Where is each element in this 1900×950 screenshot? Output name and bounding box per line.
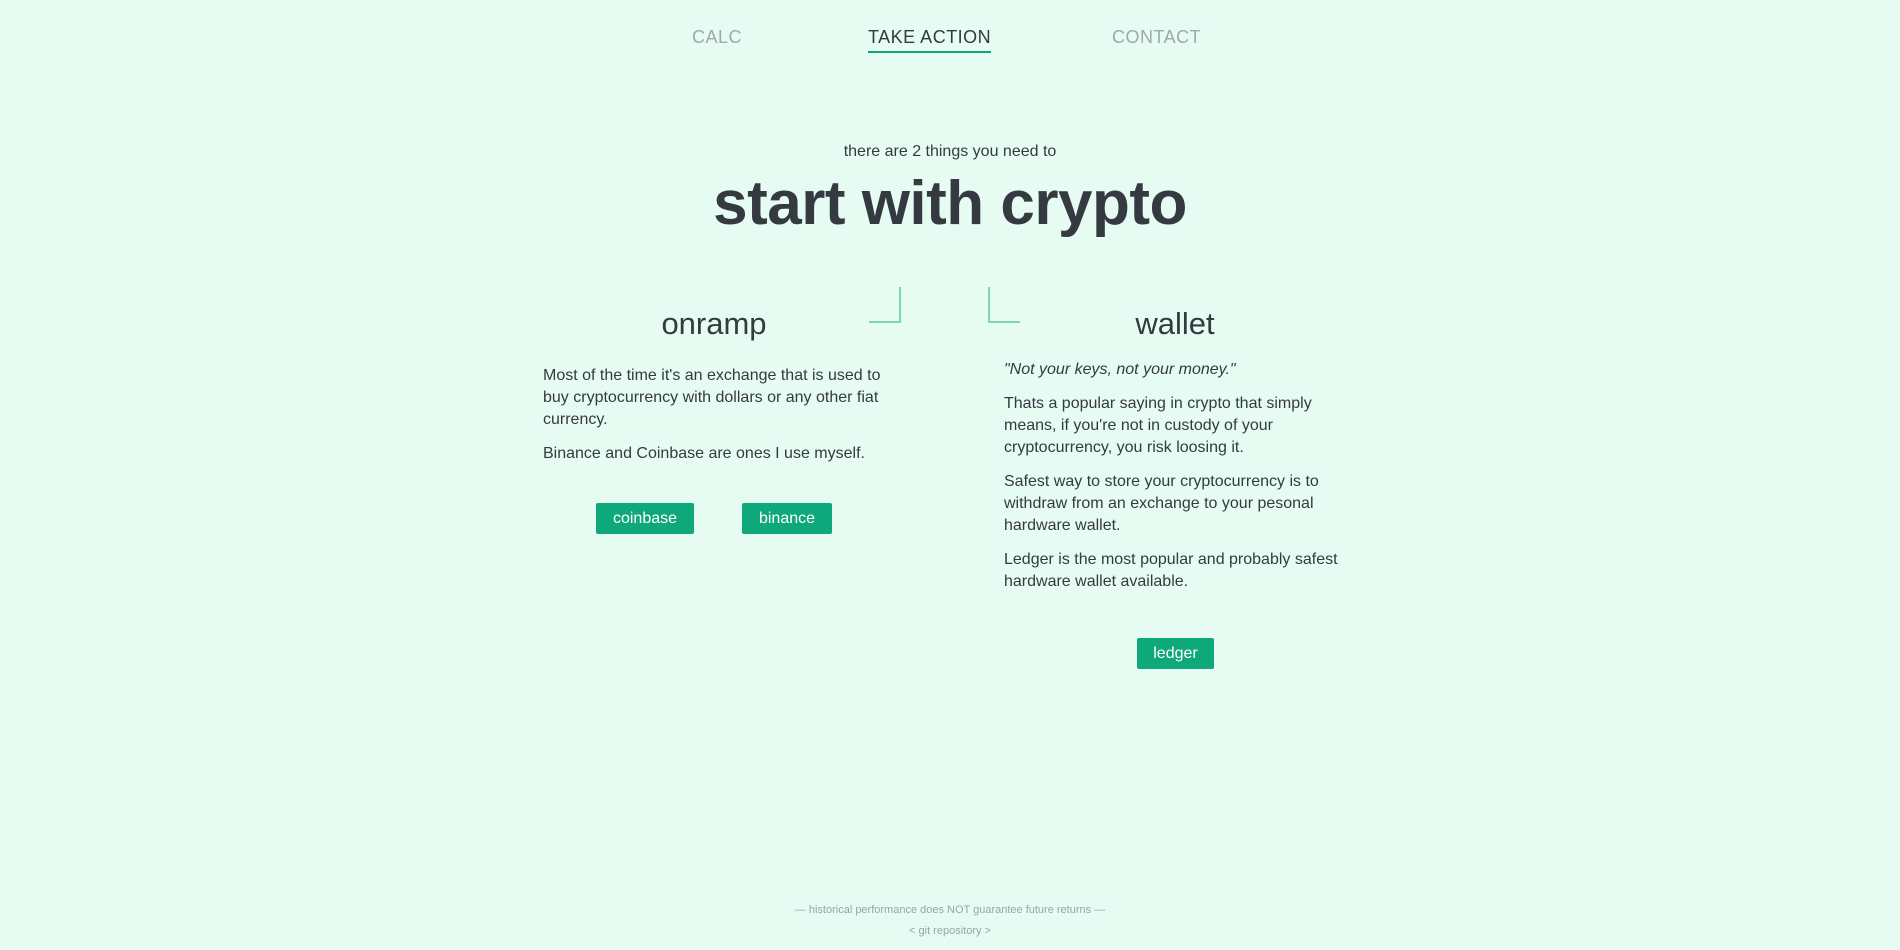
wallet-heading: wallet: [1135, 306, 1215, 341]
ledger-button[interactable]: ledger: [1137, 638, 1214, 669]
bracket-right-decoration: [988, 287, 1020, 323]
nav-take-action[interactable]: TAKE ACTION: [868, 27, 992, 53]
hero-subtitle: there are 2 things you need to: [843, 143, 1057, 160]
onramp-text: Most of the time it's an exchange that i…: [543, 365, 888, 477]
footer-disclaimer: — historical performance does NOT guaran…: [794, 904, 1106, 916]
onramp-paragraph: Binance and Coinbase are ones I use myse…: [543, 445, 865, 462]
nav-contact[interactable]: CONTACT: [1112, 27, 1201, 48]
wallet-paragraph: Thats a popular saying in crypto that si…: [1004, 395, 1312, 456]
bracket-left-decoration: [869, 287, 901, 323]
wallet-paragraph: Ledger is the most popular and probably …: [1004, 551, 1338, 590]
wallet-quote: "Not your keys, not your money.": [1004, 361, 1236, 378]
binance-button[interactable]: binance: [742, 503, 832, 534]
wallet-paragraph: Safest way to store your cryptocurrency …: [1004, 473, 1319, 534]
coinbase-button[interactable]: coinbase: [596, 503, 694, 534]
wallet-text: "Not your keys, not your money." Thats a…: [1004, 359, 1349, 605]
onramp-heading: onramp: [661, 306, 767, 341]
git-repository-link[interactable]: < git repository >: [909, 925, 991, 937]
page-title: start with crypto: [713, 169, 1187, 238]
onramp-paragraph: Most of the time it's an exchange that i…: [543, 367, 881, 428]
nav-calc[interactable]: CALC: [692, 27, 742, 48]
